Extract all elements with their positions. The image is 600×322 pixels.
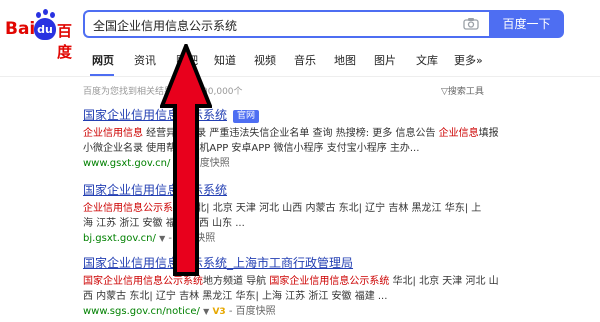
- abstract-text: 地方频道 导航: [203, 276, 270, 287]
- abstract-highlight: 国家企业信用信息公示系统: [269, 276, 390, 287]
- result-title-row: 国家企业信用信息公示系统: [83, 182, 503, 198]
- official-site-badge[interactable]: 官网: [233, 110, 260, 123]
- header-divider: [0, 76, 600, 77]
- tab-video[interactable]: 视频: [254, 52, 276, 68]
- search-result: 国家企业信用信息公示系统_上海市工商行政管理局 国家企业信用信息公示系统地方频道…: [83, 255, 503, 319]
- tab-more[interactable]: 更多»: [454, 52, 483, 68]
- logo-text-cn: 百度: [57, 22, 73, 61]
- title-part: _上海市工商行政管理局: [227, 256, 354, 270]
- tab-music[interactable]: 音乐: [294, 52, 316, 68]
- tab-wenku[interactable]: 文库: [416, 52, 438, 68]
- tab-images[interactable]: 图片: [374, 52, 396, 68]
- paw-icon: [50, 12, 55, 18]
- search-box: [83, 10, 489, 38]
- abstract-text: 华北| 北京 天津 河北 山西 内蒙古 东北| 辽宁 吉林 黑龙江 华东| 上: [183, 203, 482, 214]
- abstract-highlight: 企业信用信息: [83, 128, 143, 139]
- search-result: 国家企业信用信息公示系统 官网 企业信用信息 经营异常名录 严重违法失信企业名单 …: [83, 107, 503, 171]
- logo-text-bai: Bai: [5, 19, 36, 39]
- result-abstract: 国家企业信用信息公示系统地方频道 导航 国家企业信用信息公示系统 华北| 北京 …: [83, 274, 503, 304]
- search-tools[interactable]: ▽搜索工具: [441, 84, 484, 97]
- search-result: 国家企业信用信息公示系统 企业信用信息公示系统 华北| 北京 天津 河北 山西 …: [83, 182, 503, 246]
- up-arrow-annotation-icon: [160, 44, 212, 276]
- abstract-text: 填报: [478, 128, 499, 139]
- result-url[interactable]: www.sgs.gov.cn/notice/: [83, 306, 200, 317]
- result-title-row: 国家企业信用信息公示系统 官网: [83, 107, 503, 123]
- filter-icon: ▽: [441, 87, 448, 97]
- logo-text-du: du: [34, 18, 56, 40]
- result-url[interactable]: bj.gsxt.gov.cn/: [83, 233, 156, 244]
- result-url-row: bj.gsxt.gov.cn/ ▼ - 百度快照: [83, 232, 503, 246]
- abstract-text: 华北| 北京 天津 河北 山: [389, 276, 499, 287]
- abstract-highlight: 企业信息: [438, 128, 479, 139]
- paw-icon: [36, 12, 41, 18]
- tab-zhidao[interactable]: 知道: [214, 52, 236, 68]
- tab-map[interactable]: 地图: [334, 52, 356, 68]
- abstract-text: 西 内蒙古 东北| 辽宁 吉林 黑龙江 华东| 上海 江苏 浙江 安徽 福建 .…: [83, 291, 388, 302]
- result-title-row: 国家企业信用信息公示系统_上海市工商行政管理局: [83, 255, 503, 271]
- result-abstract: 企业信用信息 经营异常名录 严重违法失信企业名单 查询 热搜榜: 更多 信息公告…: [83, 126, 503, 156]
- result-url-row: www.sgs.gov.cn/notice/ ▼ V3 - 百度快照: [83, 305, 276, 319]
- snapshot-link[interactable]: 百度快照: [236, 306, 276, 317]
- tab-web[interactable]: 网页: [92, 52, 114, 68]
- paw-icon: [43, 9, 48, 15]
- search-button[interactable]: 百度一下: [489, 10, 564, 38]
- verified-v3-badge[interactable]: V3: [212, 305, 225, 319]
- search-input[interactable]: [93, 16, 453, 34]
- baidu-logo[interactable]: Bai du 百度: [2, 8, 76, 61]
- result-title-link[interactable]: 国家企业信用信息公示系统_上海市工商行政管理局: [83, 256, 353, 270]
- search-tools-label: 搜索工具: [447, 87, 484, 97]
- abstract-text: 小微企业名录 使用帮助 手机APP 安卓APP 微信小程序 支付宝小程序 主办.…: [83, 143, 420, 154]
- abstract-highlight: 国家企业信用信息公示系统: [83, 276, 203, 287]
- result-url[interactable]: www.gsxt.gov.cn/: [83, 158, 170, 169]
- result-abstract: 企业信用信息公示系统 华北| 北京 天津 河北 山西 内蒙古 东北| 辽宁 吉林…: [83, 201, 503, 231]
- tab-news[interactable]: 资讯: [134, 52, 156, 68]
- camera-icon[interactable]: [463, 17, 479, 30]
- result-url-row: www.gsxt.gov.cn/ ▼ - 百度快照: [83, 157, 503, 171]
- dropdown-arrow-icon[interactable]: ▼: [203, 307, 209, 316]
